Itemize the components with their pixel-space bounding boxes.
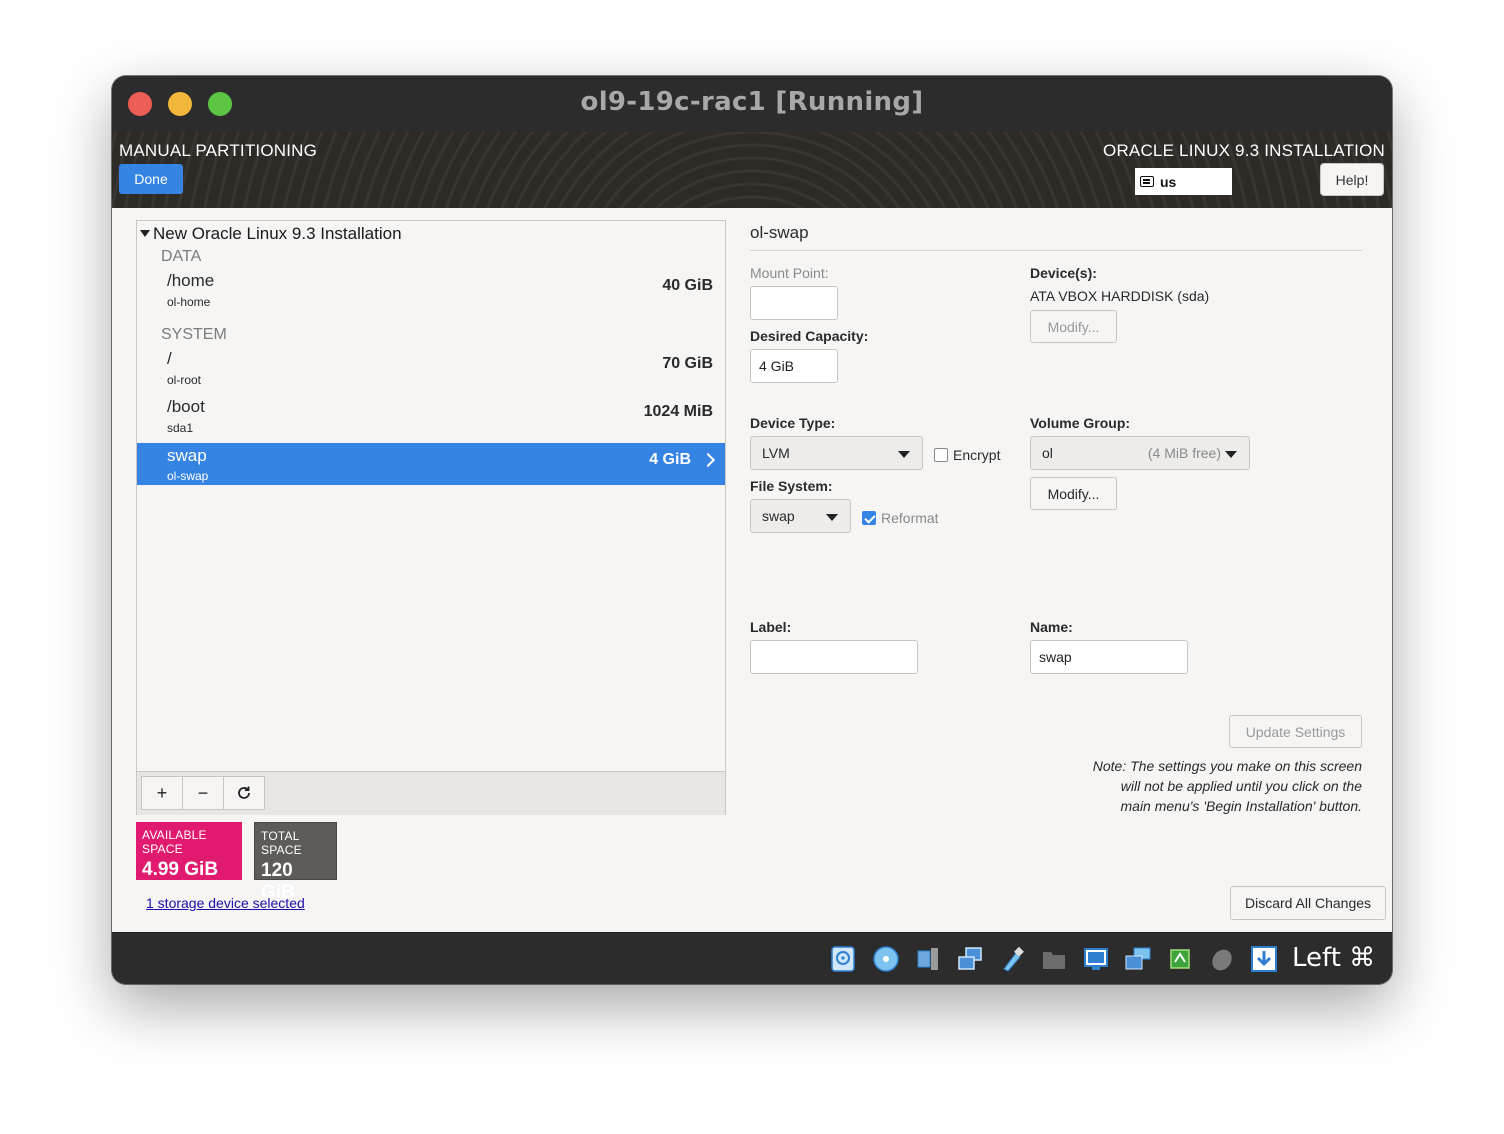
mount-point: /home [167,271,215,290]
note-line: main menu's 'Begin Installation' button. [1120,798,1363,814]
vm-window: ol9-19c-rac1 [Running] MANUAL PARTITIONI… [112,76,1392,984]
file-system-label: File System: [750,478,833,494]
hard-disk-icon[interactable] [829,945,857,973]
display-icon[interactable] [1082,945,1110,973]
shared-folder-icon[interactable] [1040,945,1068,973]
help-button[interactable]: Help! [1320,163,1384,196]
title-bar: ol9-19c-rac1 [Running] [112,76,1392,132]
host-key-label: Left ⌘ [1292,943,1376,973]
note-line: Note: The settings you make on this scre… [1092,758,1362,774]
video-capture-icon[interactable] [1124,945,1152,973]
partition-tree: New Oracle Linux 9.3 Installation DATA /… [136,220,726,815]
storage-device-link[interactable]: 1 storage device selected [146,895,305,911]
devices-label: Device(s): [1030,265,1097,281]
audio-icon[interactable] [914,945,942,973]
devices-value: ATA VBOX HARDDISK (sda) [1030,288,1210,304]
file-system-dropdown[interactable]: swap [750,499,851,533]
device-name: ol-swap [167,469,209,483]
dropdown-arrow-icon [1225,451,1237,458]
window-title: ol9-19c-rac1 [Running] [580,87,924,117]
keyboard-layout-label: us [1160,173,1177,190]
device-type-dropdown[interactable]: LVM [750,436,923,470]
tree-toolbar: + − [137,771,725,815]
mount-point: /boot [167,397,205,416]
partition-size: 40 GiB [662,277,713,294]
discard-all-changes-button[interactable]: Discard All Changes [1230,886,1386,920]
keyboard-capture-icon[interactable] [1250,945,1278,973]
mount-point: swap [167,446,207,465]
name-field-label: Name: [1030,619,1073,635]
total-space-label: TOTAL SPACE [261,829,302,857]
modify-devices-button[interactable]: Modify... [1030,310,1117,343]
modify-volume-group-button[interactable]: Modify... [1030,477,1117,510]
mount-point-field[interactable] [750,286,838,320]
reformat-checkbox[interactable] [862,511,876,525]
volume-group-free: (4 MiB free) [1147,445,1221,461]
device-type-label: Device Type: [750,415,836,431]
available-space-label: AVAILABLE SPACE [142,828,207,856]
detail-title: ol-swap [750,223,809,242]
settings-note: Note: The settings you make on this scre… [1062,756,1362,816]
encrypt-label: Encrypt [953,447,1001,463]
dropdown-arrow-icon [826,514,838,521]
keyboard-layout-indicator[interactable]: us [1135,168,1232,195]
chevron-right-icon [700,452,716,468]
device-type-value: LVM [762,445,790,461]
label-field[interactable] [750,640,918,674]
desired-capacity-field[interactable]: 4 GiB [750,349,838,383]
remove-mount-point-button[interactable]: − [182,776,224,810]
add-mount-point-button[interactable]: + [141,776,183,810]
update-settings-button[interactable]: Update Settings [1229,715,1362,748]
desired-capacity-label: Desired Capacity: [750,328,869,344]
mount-point-label: Mount Point: [750,265,829,281]
partition-size: 4 GiB [649,451,691,468]
optical-disc-icon[interactable] [872,945,900,973]
expand-arrow-icon[interactable] [140,230,150,237]
volume-group-value: ol [1042,445,1053,461]
encrypt-checkbox[interactable] [934,448,948,462]
total-space-box: TOTAL SPACE 120 GiB [254,822,337,903]
installer-header: MANUAL PARTITIONING Done ORACLE LINUX 9.… [112,132,1392,208]
note-line: will not be applied until you click on t… [1120,778,1362,794]
reformat-label: Reformat [881,510,939,526]
file-system-value: swap [762,508,795,524]
available-space-value: 4.99 GiB [142,859,219,880]
dropdown-arrow-icon [898,451,910,458]
cpu-icon[interactable] [1166,945,1194,973]
mount-point: / [167,349,172,368]
refresh-icon [238,786,250,799]
name-field[interactable]: swap [1030,640,1188,674]
group-label-data: DATA [161,248,202,265]
refresh-button[interactable] [223,776,265,810]
divider [750,250,1362,251]
partition-size: 1024 MiB [643,403,713,420]
label-field-label: Label: [750,619,792,635]
device-name: ol-root [167,373,202,387]
partition-row-swap[interactable]: swap ol-swap 4 GiB [137,443,725,485]
volume-group-label: Volume Group: [1030,415,1131,431]
keyboard-icon [1140,176,1154,187]
network-icon[interactable] [956,945,984,973]
usb-icon[interactable] [998,945,1026,973]
product-title: ORACLE LINUX 9.3 INSTALLATION [1103,141,1385,160]
available-space-box: AVAILABLE SPACE 4.99 GiB [136,822,242,880]
main-content: New Oracle Linux 9.3 Installation DATA /… [112,208,1392,932]
page-title: MANUAL PARTITIONING [119,141,318,160]
done-button[interactable]: Done [119,164,183,194]
installation-title: New Oracle Linux 9.3 Installation [153,224,402,243]
partition-size: 70 GiB [662,355,713,372]
device-name: ol-home [167,295,211,309]
volume-group-dropdown[interactable]: ol (4 MiB free) [1030,436,1250,470]
mouse-integration-icon[interactable] [1208,945,1236,973]
device-name: sda1 [167,421,194,435]
vm-status-bar: Left ⌘ [112,932,1392,984]
group-label-system: SYSTEM [161,326,227,343]
